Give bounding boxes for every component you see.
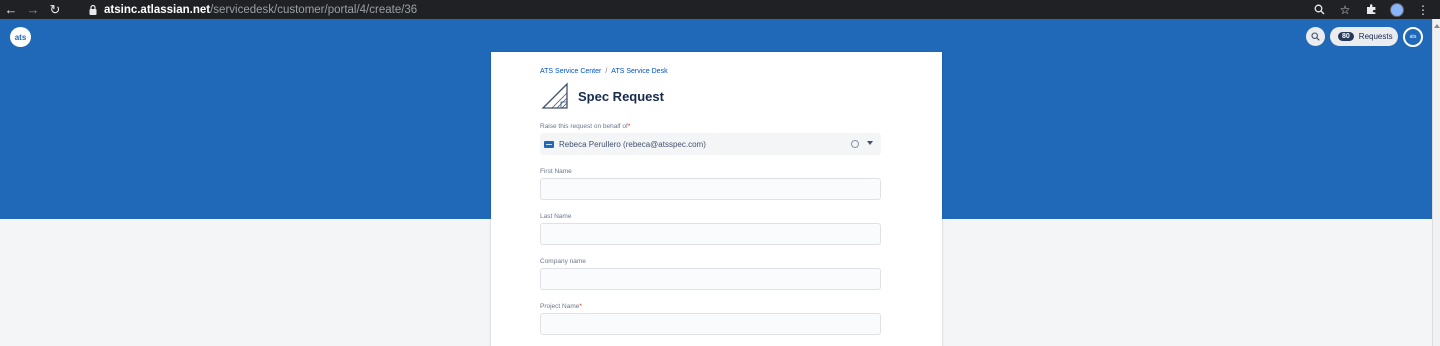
requests-label: Requests xyxy=(1358,32,1393,41)
required-mark: * xyxy=(627,123,631,130)
project-name-label-text: Project Name xyxy=(540,303,580,310)
portal-logo[interactable]: ats xyxy=(10,27,31,47)
breadcrumb-separator: / xyxy=(605,68,608,75)
behalf-of-select[interactable]: Rebeca Perullero (rebeca@atsspec.com) xyxy=(540,133,881,155)
required-mark: * xyxy=(579,303,582,310)
company-name-input[interactable] xyxy=(540,268,881,290)
lock-icon xyxy=(86,0,100,19)
behalf-of-value: Rebeca Perullero (rebeca@atsspec.com) xyxy=(559,139,706,149)
browser-toolbar: ← → ↻ atsinc.atlassian.net/servicedesk/c… xyxy=(0,0,1440,19)
chevron-down-icon[interactable] xyxy=(867,141,873,145)
company-name-label-text: Company name xyxy=(540,258,586,265)
profile-avatar[interactable] xyxy=(1386,0,1408,19)
requests-button[interactable]: 80 Requests xyxy=(1330,27,1398,46)
first-name-input[interactable] xyxy=(540,178,881,200)
logo-text: ats xyxy=(14,32,27,42)
first-name-label: First Name xyxy=(540,168,572,175)
request-form-card: ATS Service Center / ATS Service Desk Sp… xyxy=(491,52,942,346)
browser-menu-icon[interactable]: ⋮ xyxy=(1412,0,1434,19)
last-name-input[interactable] xyxy=(540,223,881,245)
search-button[interactable] xyxy=(1306,27,1325,46)
user-card-icon xyxy=(544,140,554,148)
requests-count-badge: 80 xyxy=(1338,32,1354,41)
bookmark-star-icon[interactable]: ☆ xyxy=(1334,0,1356,19)
extensions-puzzle-icon[interactable] xyxy=(1360,0,1382,19)
zoom-icon[interactable] xyxy=(1308,0,1330,19)
forward-arrow-icon[interactable]: → xyxy=(22,0,44,19)
url-host: atsinc.atlassian.net xyxy=(104,3,211,16)
breadcrumb: ATS Service Center / ATS Service Desk xyxy=(540,68,668,75)
back-arrow-icon[interactable]: ← xyxy=(0,0,22,19)
last-name-label: Last Name xyxy=(540,213,571,220)
avatar-logo-text: ats xyxy=(1409,34,1417,40)
scroll-up-arrow-icon[interactable] xyxy=(1434,23,1440,28)
first-name-label-text: First Name xyxy=(540,168,572,175)
address-bar[interactable]: atsinc.atlassian.net/servicedesk/custome… xyxy=(86,0,417,19)
breadcrumb-service-desk[interactable]: ATS Service Desk xyxy=(611,68,667,75)
last-name-label-text: Last Name xyxy=(540,213,572,220)
behalf-of-label-text: Raise this request on behalf of xyxy=(540,123,628,130)
search-icon xyxy=(1311,32,1320,41)
page-title: Spec Request xyxy=(578,88,664,104)
url-path: /servicedesk/customer/portal/4/create/36 xyxy=(210,3,418,16)
breadcrumb-service-center[interactable]: ATS Service Center xyxy=(540,68,601,75)
reload-icon[interactable]: ↻ xyxy=(44,0,66,19)
page-scrollbar[interactable] xyxy=(1432,19,1440,346)
clear-selection-icon[interactable] xyxy=(851,140,859,148)
ruler-triangle-icon xyxy=(541,82,568,109)
project-name-input[interactable] xyxy=(540,313,881,335)
company-name-label: Company name xyxy=(540,258,586,265)
behalf-of-label: Raise this request on behalf of* xyxy=(540,123,630,130)
project-name-label: Project Name* xyxy=(540,303,582,310)
user-avatar[interactable]: ats xyxy=(1403,27,1423,47)
